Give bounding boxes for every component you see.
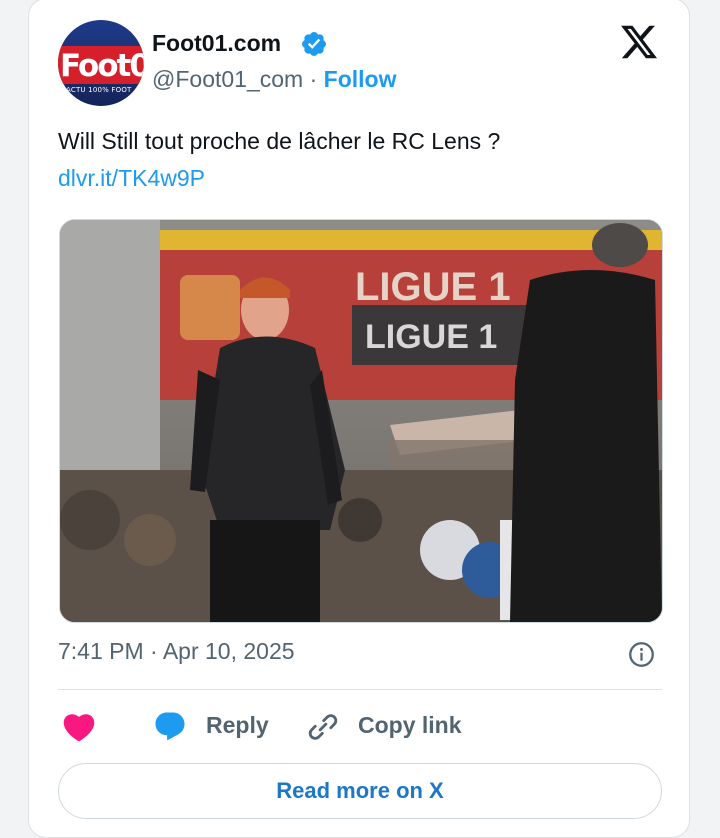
handle-row: @Foot01_com · Follow bbox=[152, 66, 396, 93]
handle[interactable]: @Foot01_com bbox=[152, 66, 303, 92]
info-icon[interactable] bbox=[628, 641, 655, 668]
tweet-media-photo[interactable]: LIGUE 1 LIGUE 1 bbox=[59, 219, 663, 623]
timestamp[interactable]: 7:41 PM · Apr 10, 2025 bbox=[58, 638, 295, 665]
verified-badge-icon bbox=[302, 32, 326, 56]
separator-dot: · bbox=[309, 66, 318, 92]
heart-icon[interactable] bbox=[62, 712, 96, 742]
banner-text-top: LIGUE 1 bbox=[355, 265, 511, 309]
tweet-text: Will Still tout proche de lâcher le RC L… bbox=[58, 128, 501, 154]
reply-bubble-icon[interactable] bbox=[152, 709, 188, 743]
read-more-button[interactable]: Read more on X bbox=[58, 763, 662, 819]
display-name[interactable]: Foot01.com bbox=[152, 30, 281, 57]
photo-illustration: LIGUE 1 LIGUE 1 bbox=[60, 220, 662, 622]
banner-text-board: LIGUE 1 bbox=[365, 318, 497, 356]
avatar-logo-text: Foot01 bbox=[60, 48, 144, 84]
follow-button[interactable]: Follow bbox=[324, 66, 397, 92]
copy-link-button-label[interactable]: Copy link bbox=[358, 712, 462, 739]
divider bbox=[58, 689, 662, 690]
reply-button-label[interactable]: Reply bbox=[206, 712, 269, 739]
avatar-logo-subtext: ACTU 100% FOOT bbox=[66, 86, 132, 94]
avatar[interactable]: Foot01 ACTU 100% FOOT bbox=[58, 20, 144, 106]
x-logo-icon[interactable] bbox=[618, 22, 660, 62]
link-icon[interactable] bbox=[306, 710, 340, 744]
tweet-link[interactable]: dlvr.it/TK4w9P bbox=[58, 165, 205, 192]
